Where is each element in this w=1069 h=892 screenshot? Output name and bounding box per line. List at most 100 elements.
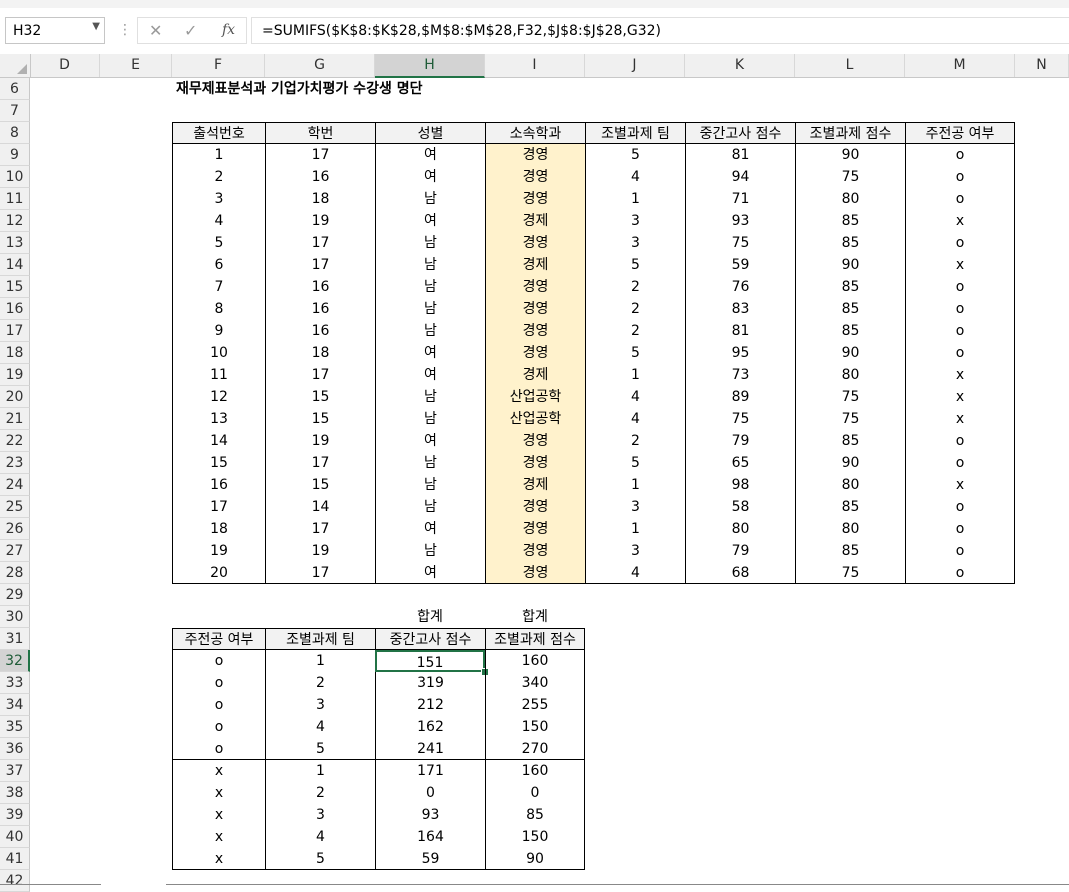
table-cell[interactable]: 17 — [265, 144, 375, 166]
table-cell[interactable]: 85 — [795, 276, 905, 298]
summary-cell[interactable]: x — [172, 760, 265, 782]
column-header-d[interactable]: D — [30, 54, 100, 77]
summary-cell[interactable]: 2 — [265, 672, 375, 694]
summary-cell[interactable]: 5 — [265, 848, 375, 870]
summary-header-cell[interactable]: 조별과제 팀 — [265, 628, 375, 650]
table-cell[interactable]: 남 — [375, 386, 485, 408]
table-cell[interactable]: 80 — [795, 188, 905, 210]
table-cell[interactable]: 7 — [172, 276, 265, 298]
table-cell[interactable]: 1 — [172, 144, 265, 166]
table-cell[interactable]: 경영 — [485, 430, 585, 452]
table-cell[interactable]: 산업공학 — [485, 386, 585, 408]
table-cell[interactable]: 95 — [685, 342, 795, 364]
table-cell[interactable]: 여 — [375, 210, 485, 232]
table-cell[interactable]: 2 — [585, 320, 685, 342]
header-cell[interactable]: 중간고사 점수 — [685, 122, 795, 144]
table-cell[interactable]: 1 — [585, 364, 685, 386]
table-cell[interactable]: 17 — [172, 496, 265, 518]
table-cell[interactable]: 16 — [172, 474, 265, 496]
summary-cell[interactable]: 319 — [375, 672, 485, 694]
table-cell[interactable]: 남 — [375, 254, 485, 276]
row-header-35[interactable]: 35 — [0, 716, 30, 738]
table-cell[interactable]: 2 — [585, 298, 685, 320]
table-cell[interactable]: 14 — [172, 430, 265, 452]
table-cell[interactable]: 58 — [685, 496, 795, 518]
table-cell[interactable]: x — [905, 386, 1015, 408]
summary-cell[interactable]: 1 — [265, 650, 375, 672]
table-cell[interactable]: 5 — [585, 452, 685, 474]
table-cell[interactable]: 4 — [172, 210, 265, 232]
table-cell[interactable]: 18 — [265, 188, 375, 210]
table-cell[interactable]: 8 — [172, 298, 265, 320]
row-header-31[interactable]: 31 — [0, 628, 30, 650]
table-cell[interactable]: o — [905, 540, 1015, 562]
table-cell[interactable]: 경제 — [485, 254, 585, 276]
row-header-13[interactable]: 13 — [0, 232, 30, 254]
table-cell[interactable]: 9 — [172, 320, 265, 342]
table-cell[interactable]: 90 — [795, 452, 905, 474]
row-header-23[interactable]: 23 — [0, 452, 30, 474]
table-cell[interactable]: 17 — [265, 562, 375, 584]
column-header-f[interactable]: F — [172, 54, 265, 77]
table-cell[interactable]: 남 — [375, 298, 485, 320]
row-header-21[interactable]: 21 — [0, 408, 30, 430]
table-cell[interactable]: 85 — [795, 540, 905, 562]
summary-cell[interactable]: 162 — [375, 716, 485, 738]
summary-cell[interactable]: 4 — [265, 716, 375, 738]
table-cell[interactable]: 81 — [685, 144, 795, 166]
summary-cell[interactable]: 150 — [485, 716, 585, 738]
header-cell[interactable]: 소속학과 — [485, 122, 585, 144]
table-cell[interactable]: 남 — [375, 474, 485, 496]
summary-cell[interactable]: 171 — [375, 760, 485, 782]
summary-cell[interactable]: 150 — [485, 826, 585, 848]
summary-cell[interactable]: x — [172, 848, 265, 870]
table-cell[interactable]: 1 — [585, 474, 685, 496]
row-header-38[interactable]: 38 — [0, 782, 30, 804]
insert-function-icon[interactable]: fx — [222, 22, 235, 38]
table-cell[interactable]: 17 — [265, 364, 375, 386]
table-cell[interactable]: 여 — [375, 364, 485, 386]
table-cell[interactable]: 남 — [375, 496, 485, 518]
table-cell[interactable]: 90 — [795, 342, 905, 364]
table-cell[interactable]: 남 — [375, 232, 485, 254]
table-cell[interactable]: 16 — [265, 166, 375, 188]
row-header-20[interactable]: 20 — [0, 386, 30, 408]
table-cell[interactable]: 여 — [375, 562, 485, 584]
summary-cell[interactable]: 3 — [265, 804, 375, 826]
table-cell[interactable]: 80 — [795, 518, 905, 540]
table-cell[interactable]: o — [905, 430, 1015, 452]
table-cell[interactable]: 59 — [685, 254, 795, 276]
formula-input[interactable]: =SUMIFS($K$8:$K$28,$M$8:$M$28,F32,$J$8:$… — [251, 17, 1069, 44]
summary-cell[interactable]: x — [172, 804, 265, 826]
summary-cell[interactable]: 212 — [375, 694, 485, 716]
summary-cell[interactable]: 0 — [485, 782, 585, 804]
table-cell[interactable]: 남 — [375, 276, 485, 298]
sum-label[interactable]: 합계 — [375, 606, 485, 628]
row-header-32[interactable]: 32 — [0, 650, 30, 672]
table-cell[interactable]: 남 — [375, 188, 485, 210]
table-cell[interactable]: 93 — [685, 210, 795, 232]
column-header-h[interactable]: H — [375, 54, 485, 78]
table-cell[interactable]: 19 — [172, 540, 265, 562]
row-header-39[interactable]: 39 — [0, 804, 30, 826]
table-cell[interactable]: 13 — [172, 408, 265, 430]
table-cell[interactable]: 65 — [685, 452, 795, 474]
table-cell[interactable]: 17 — [265, 518, 375, 540]
table-cell[interactable]: o — [905, 562, 1015, 584]
table-cell[interactable]: o — [905, 188, 1015, 210]
table-cell[interactable]: 경영 — [485, 166, 585, 188]
table-cell[interactable]: 85 — [795, 232, 905, 254]
table-cell[interactable]: 10 — [172, 342, 265, 364]
table-cell[interactable]: 16 — [265, 320, 375, 342]
table-cell[interactable]: 남 — [375, 540, 485, 562]
table-cell[interactable]: 3 — [585, 232, 685, 254]
table-cell[interactable]: 75 — [685, 232, 795, 254]
table-cell[interactable]: 85 — [795, 320, 905, 342]
table-cell[interactable]: 여 — [375, 342, 485, 364]
summary-cell[interactable]: 160 — [485, 760, 585, 782]
summary-cell[interactable]: o — [172, 738, 265, 760]
table-cell[interactable]: 17 — [265, 254, 375, 276]
table-cell[interactable]: 경영 — [485, 562, 585, 584]
table-cell[interactable]: 남 — [375, 408, 485, 430]
table-cell[interactable]: 5 — [585, 144, 685, 166]
